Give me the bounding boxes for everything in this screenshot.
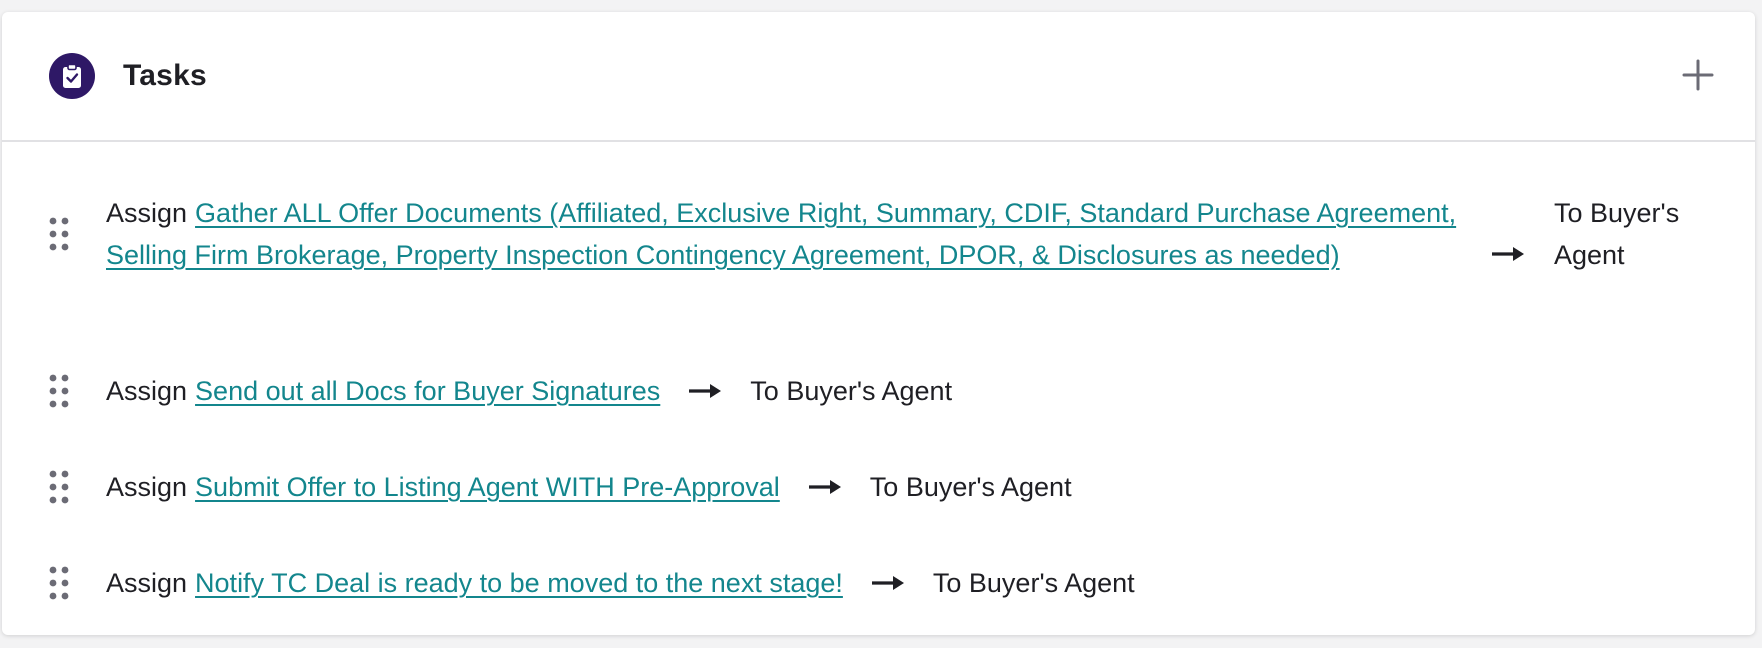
task-description: Assign Send out all Docs for Buyer Signat…	[106, 370, 952, 412]
tasks-card: Tasks Assign Gather ALL Offer Documents (…	[2, 12, 1755, 635]
add-task-button[interactable]	[1681, 58, 1715, 92]
assign-label: Assign	[106, 198, 188, 228]
assignee-label: To Buyer's Agent	[750, 376, 953, 406]
arrow-right-icon	[689, 383, 722, 398]
task-row: Assign Submit Offer to Listing Agent WITH…	[2, 466, 1755, 516]
clipboard-check-icon	[49, 53, 95, 99]
assignee-label: To Buyer's Agent	[869, 472, 1072, 502]
card-title: Tasks	[123, 59, 207, 92]
task-description: Assign Submit Offer to Listing Agent WITH…	[106, 466, 1072, 508]
task-row: Assign Notify TC Deal is ready to be move…	[2, 562, 1755, 612]
assign-label: Assign	[106, 376, 188, 406]
task-row: Assign Gather ALL Offer Documents (Affili…	[2, 140, 1755, 300]
drag-handle-icon[interactable]	[47, 565, 71, 601]
task-description: Assign Gather ALL Offer Documents (Affili…	[106, 192, 1466, 276]
assign-label: Assign	[106, 472, 188, 502]
assignee-label: To Buyer's Agent	[1554, 198, 1680, 270]
arrow-right-icon	[1492, 247, 1524, 261]
task-description: Assign Notify TC Deal is ready to be move…	[106, 562, 1135, 604]
task-link[interactable]: Gather ALL Offer Documents (Affiliated, …	[106, 198, 1456, 270]
drag-handle-icon[interactable]	[47, 373, 71, 409]
assign-label: Assign	[106, 568, 188, 598]
drag-handle-icon[interactable]	[47, 216, 71, 252]
drag-handle-icon[interactable]	[47, 469, 71, 505]
arrow-right-icon	[871, 575, 904, 590]
task-link[interactable]: Submit Offer to Listing Agent WITH Pre-A…	[195, 472, 780, 502]
task-row: Assign Send out all Docs for Buyer Signat…	[2, 370, 1755, 420]
assignee-label: To Buyer's Agent	[932, 568, 1135, 598]
task-link[interactable]: Send out all Docs for Buyer Signatures	[195, 376, 660, 406]
plus-icon	[1682, 59, 1714, 91]
task-link[interactable]: Notify TC Deal is ready to be moved to t…	[195, 568, 843, 598]
arrow-right-icon	[808, 479, 841, 494]
card-header: Tasks	[2, 12, 1755, 142]
